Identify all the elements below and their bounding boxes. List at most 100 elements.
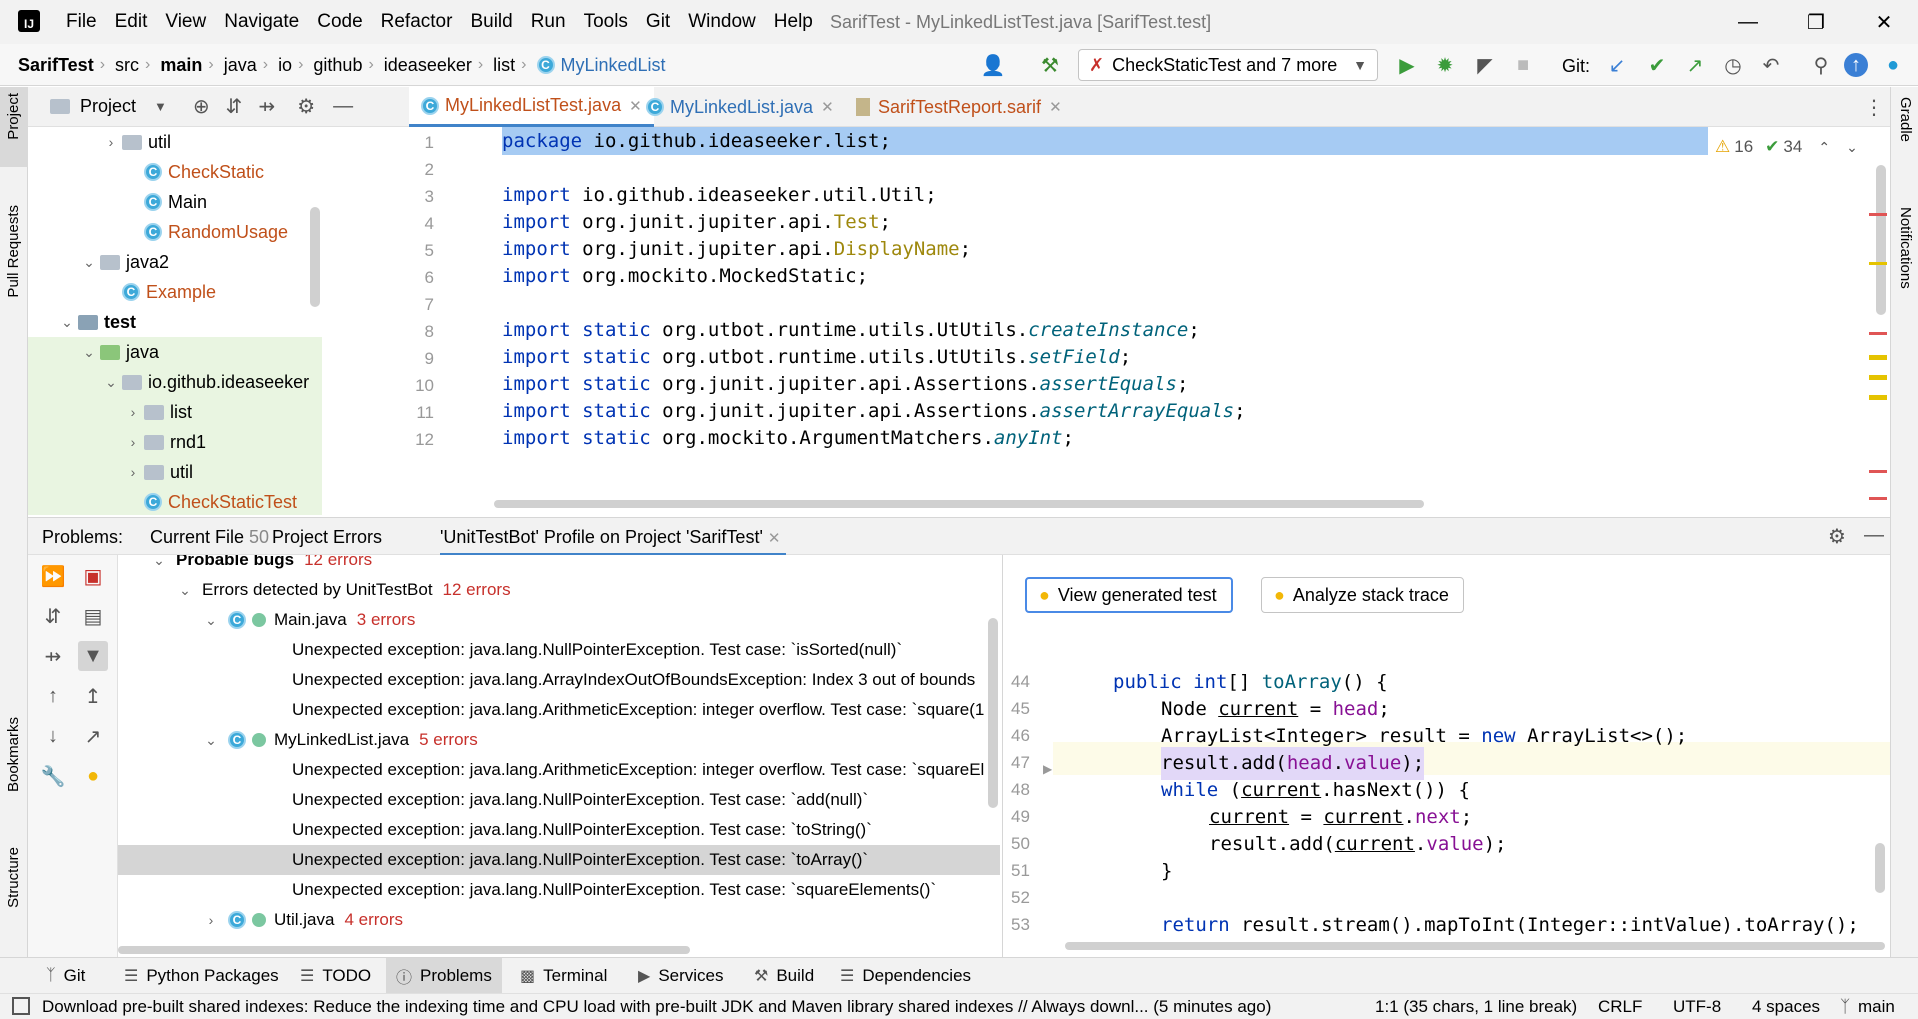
menu-window[interactable]: Window bbox=[688, 0, 756, 44]
problem-row[interactable]: › C Util.java 4 errors bbox=[118, 905, 1000, 935]
project-tool-button[interactable]: Project bbox=[5, 93, 22, 140]
menu-help[interactable]: Help bbox=[774, 0, 813, 44]
menu-view[interactable]: View bbox=[165, 0, 206, 44]
preview-icon[interactable]: ▤ bbox=[78, 601, 108, 631]
menu-build[interactable]: Build bbox=[470, 0, 512, 44]
jump-icon[interactable]: ↗ bbox=[78, 721, 108, 751]
chevron-down-icon[interactable]: ▼ bbox=[154, 99, 167, 114]
tree-item[interactable]: › util bbox=[28, 127, 394, 157]
tree-item[interactable]: › rnd1 bbox=[28, 427, 322, 457]
stop-icon[interactable]: ■ bbox=[1508, 50, 1538, 80]
chevron-down-icon[interactable]: ⌄ bbox=[56, 314, 78, 331]
tree-item[interactable]: C Main bbox=[28, 187, 394, 217]
chevron-down-icon[interactable]: ⌄ bbox=[1846, 139, 1858, 156]
tree-item[interactable]: ⌄ io.github.ideaseeker bbox=[28, 367, 322, 397]
close-tab-icon[interactable]: ✕ bbox=[1049, 98, 1062, 116]
tool-dependencies[interactable]: ☰ Dependencies bbox=[830, 958, 981, 994]
status-message[interactable]: Download pre-built shared indexes: Reduc… bbox=[42, 994, 1271, 1019]
breadcrumb-java[interactable]: java bbox=[224, 55, 257, 76]
restore-icon[interactable]: ❐ bbox=[1786, 0, 1846, 44]
indent-setting[interactable]: 4 spaces bbox=[1752, 994, 1820, 1019]
menu-code[interactable]: Code bbox=[317, 0, 362, 44]
gear-icon[interactable]: ⚙ bbox=[297, 94, 315, 119]
git-branch[interactable]: main bbox=[1858, 994, 1895, 1019]
problem-row[interactable]: Unexpected exception: java.lang.ArrayInd… bbox=[118, 665, 1000, 695]
problem-row[interactable]: ⌄ Errors detected by UnitTestBot 12 errors bbox=[118, 575, 1000, 605]
menu-run[interactable]: Run bbox=[531, 0, 566, 44]
search-icon[interactable]: ⚲ bbox=[1806, 50, 1836, 80]
detail-horizontal-scrollbar[interactable] bbox=[1065, 942, 1885, 950]
tree-item[interactable]: ⌄ java2 bbox=[28, 247, 394, 277]
breadcrumb-io[interactable]: io bbox=[278, 55, 292, 76]
breadcrumb-project[interactable]: SarifTest bbox=[18, 55, 94, 76]
tab-sariftestreport[interactable]: SarifTestReport.sarif ✕ bbox=[844, 87, 1074, 127]
menu-tools[interactable]: Tools bbox=[584, 0, 628, 44]
error-stripe-mark[interactable] bbox=[1869, 332, 1887, 335]
problem-row[interactable]: Unexpected exception: java.lang.Arithmet… bbox=[118, 695, 1000, 725]
chevron-down-icon[interactable]: ⌄ bbox=[200, 725, 222, 755]
collapse-all-icon[interactable]: ⇸ bbox=[38, 641, 68, 671]
fold-arrow-icon[interactable]: ▶ bbox=[1043, 762, 1052, 776]
tab-mylinkedlisttest[interactable]: C MyLinkedListTest.java ✕ bbox=[409, 87, 654, 127]
warning-stripe-mark[interactable] bbox=[1869, 262, 1887, 265]
expand-all-icon[interactable]: ⇵ bbox=[226, 94, 243, 119]
analyze-stack-trace-button[interactable]: ● Analyze stack trace bbox=[1261, 577, 1464, 613]
arrow-up-icon[interactable]: ↑ bbox=[38, 681, 68, 711]
filter-icon[interactable]: ▼ bbox=[78, 641, 108, 671]
problems-horizontal-scrollbar[interactable] bbox=[118, 946, 690, 954]
menu-git[interactable]: Git bbox=[646, 0, 670, 44]
update-icon[interactable]: ↑ bbox=[1844, 53, 1868, 77]
tool-terminal[interactable]: ▩ Terminal bbox=[510, 958, 617, 994]
run-configuration-select[interactable]: ✗ CheckStaticTest and 7 more ▼ bbox=[1078, 49, 1378, 81]
tool-problems[interactable]: ⓘ Problems bbox=[386, 958, 502, 994]
error-stripe-mark[interactable] bbox=[1869, 213, 1887, 216]
warning-stripe-mark[interactable] bbox=[1869, 375, 1887, 380]
gear-icon[interactable]: ⚙ bbox=[1828, 524, 1846, 549]
chevron-right-icon[interactable]: › bbox=[122, 434, 144, 450]
pull-requests-tool-button[interactable]: Pull Requests bbox=[5, 205, 22, 298]
git-update-icon[interactable]: ↙ bbox=[1602, 50, 1632, 80]
problems-scrollbar[interactable] bbox=[988, 618, 998, 808]
gradle-tool-button[interactable]: Gradle bbox=[1897, 97, 1914, 142]
hammer-icon[interactable]: ⚒ bbox=[1035, 50, 1065, 80]
tab-mylinkedlist[interactable]: C MyLinkedList.java ✕ bbox=[634, 87, 846, 127]
breadcrumb-ideaseeker[interactable]: ideaseeker bbox=[384, 55, 472, 76]
tool-build[interactable]: ⚒ Build bbox=[744, 958, 824, 994]
tree-item[interactable]: ⌄ test bbox=[28, 307, 394, 337]
menu-refactor[interactable]: Refactor bbox=[381, 0, 453, 44]
bulb-icon[interactable]: ● bbox=[78, 761, 108, 791]
problem-row[interactable]: Unexpected exception: java.lang.NullPoin… bbox=[118, 875, 1000, 905]
menu-navigate[interactable]: Navigate bbox=[224, 0, 299, 44]
rerun-icon[interactable]: ▣ bbox=[78, 561, 108, 591]
user-icon[interactable]: 👤 bbox=[978, 50, 1008, 80]
tool-todo[interactable]: ☰ TODO bbox=[290, 958, 381, 994]
problem-row[interactable]: Unexpected exception: java.lang.NullPoin… bbox=[118, 815, 1000, 845]
menu-edit[interactable]: Edit bbox=[115, 0, 148, 44]
detail-vertical-scrollbar[interactable] bbox=[1875, 843, 1885, 893]
chevron-down-icon[interactable]: ⌄ bbox=[78, 254, 100, 271]
chevron-down-icon[interactable]: ⌄ bbox=[78, 344, 100, 361]
tree-item[interactable]: ⌄ java bbox=[28, 337, 322, 367]
ide-logo-icon[interactable]: ● bbox=[1878, 50, 1908, 80]
problem-row[interactable]: Unexpected exception: java.lang.Arithmet… bbox=[118, 755, 1000, 785]
line-separator[interactable]: CRLF bbox=[1598, 994, 1642, 1019]
project-panel-title[interactable]: Project bbox=[80, 96, 136, 117]
tree-item[interactable]: › util bbox=[28, 457, 322, 487]
chevron-right-icon[interactable]: › bbox=[122, 404, 144, 420]
cursor-position[interactable]: 1:1 (35 chars, 1 line break) bbox=[1375, 994, 1577, 1019]
tool-git[interactable]: ᛉ Git bbox=[36, 958, 95, 994]
tool-python-packages[interactable]: ☰ Python Packages bbox=[114, 958, 289, 994]
warning-stripe-mark[interactable] bbox=[1869, 395, 1887, 400]
hide-icon[interactable]: — bbox=[333, 95, 353, 118]
expand-all-icon[interactable]: ⇵ bbox=[38, 601, 68, 631]
problem-row[interactable]: Unexpected exception: java.lang.NullPoin… bbox=[118, 845, 1000, 875]
chevron-up-icon[interactable]: ⌃ bbox=[1818, 139, 1830, 156]
breadcrumb-class[interactable]: MyLinkedList bbox=[561, 55, 666, 76]
export-icon[interactable]: ↥ bbox=[78, 681, 108, 711]
arrow-down-icon[interactable]: ↓ bbox=[38, 721, 68, 751]
breadcrumb-list[interactable]: list bbox=[493, 55, 515, 76]
run-fast-forward-icon[interactable]: ⏩ bbox=[38, 561, 68, 591]
tree-item[interactable]: C CheckStaticTest bbox=[28, 487, 322, 515]
collapse-all-icon[interactable]: ⇸ bbox=[258, 94, 275, 119]
close-tab-icon[interactable]: ✕ bbox=[821, 98, 834, 116]
